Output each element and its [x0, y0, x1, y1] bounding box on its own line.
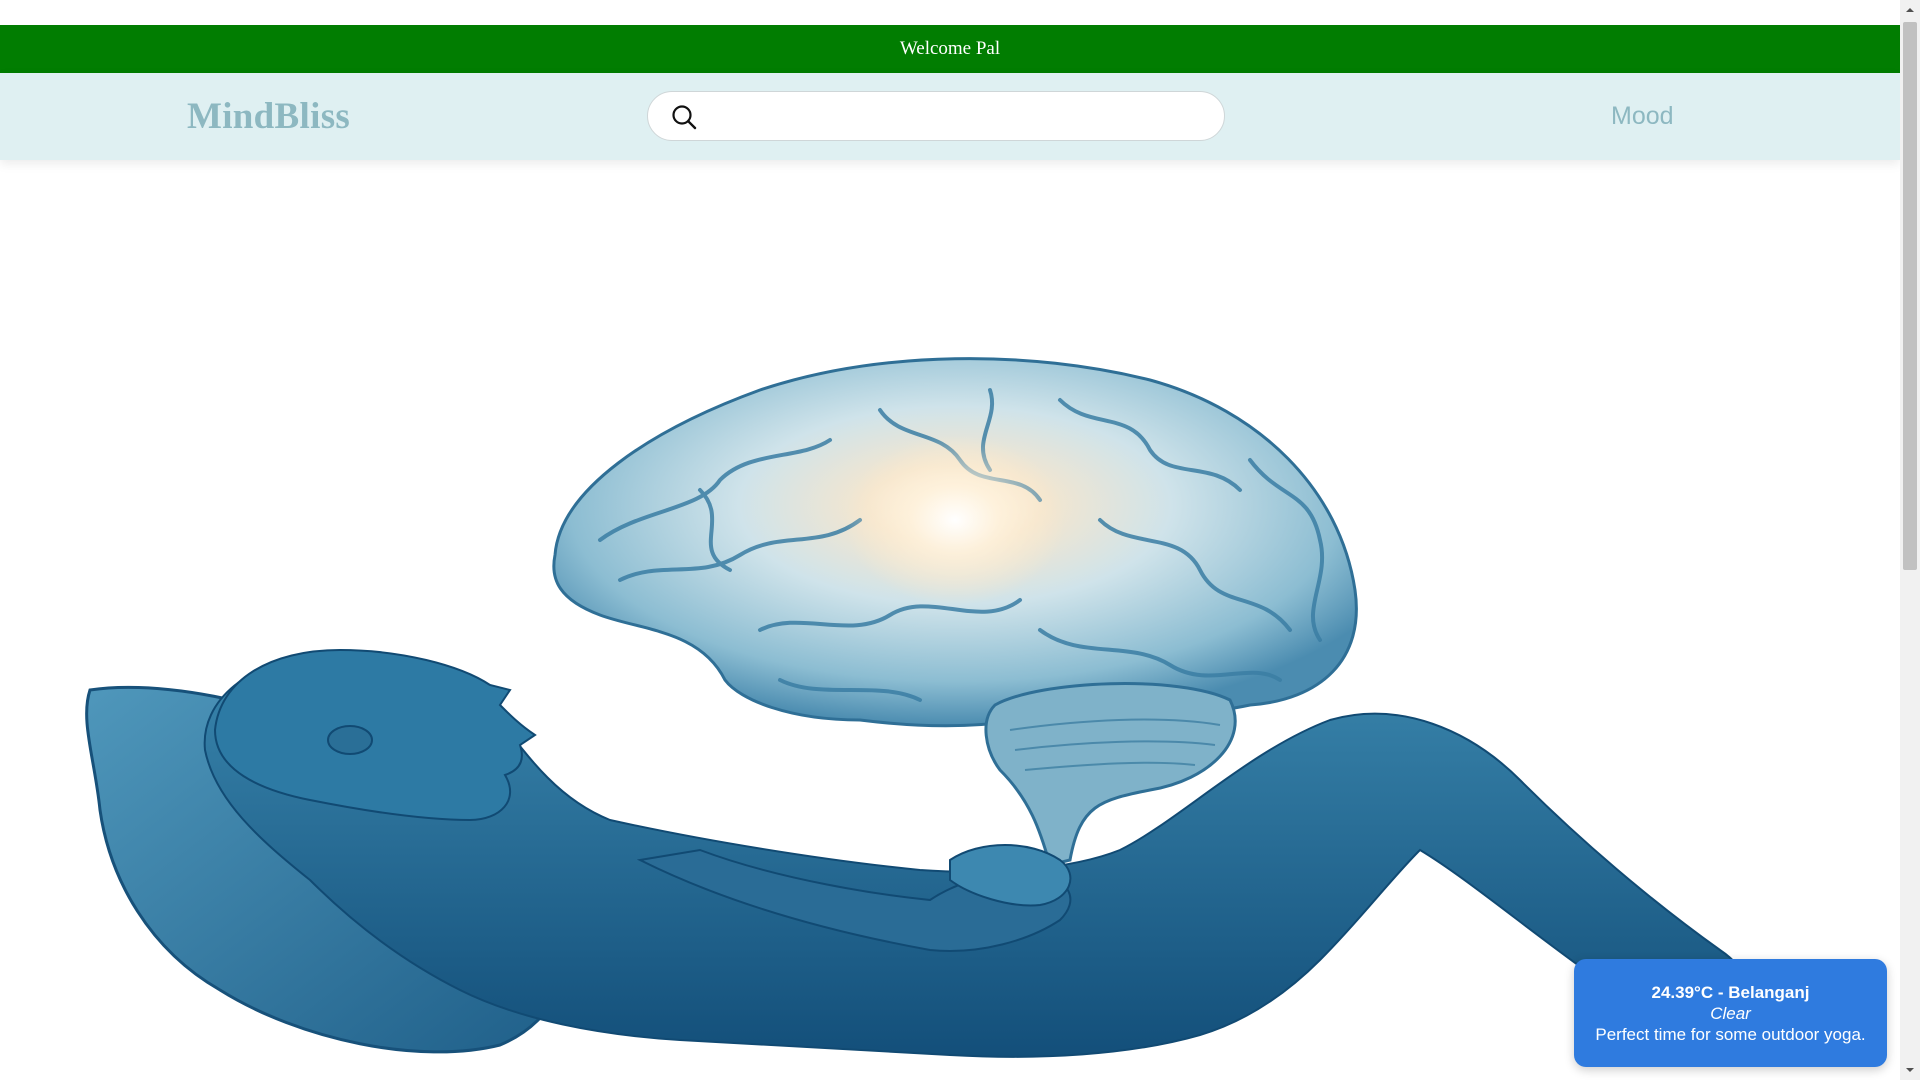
welcome-text: Welcome Pal [899, 38, 1001, 59]
hero-illustration [0, 160, 1900, 1080]
weather-title: 24.39°C - Belanganj [1651, 982, 1810, 1002]
welcome-banner: Welcome Pal [0, 25, 1900, 73]
relaxing-person-brain-image [85, 357, 1752, 1058]
scroll-up-arrow-icon[interactable] [1900, 0, 1920, 20]
weather-condition: Clear [1710, 1003, 1751, 1023]
scrollbar-thumb[interactable] [1903, 22, 1917, 570]
search-icon[interactable] [670, 103, 698, 131]
logo[interactable]: MindBliss [187, 73, 350, 160]
search-input[interactable] [710, 100, 1204, 134]
scroll-down-arrow-icon[interactable] [1900, 1060, 1920, 1080]
top-strip [0, 0, 1900, 25]
navbar: MindBliss Mood [0, 73, 1900, 160]
search-box[interactable] [647, 91, 1225, 141]
weather-message: Perfect time for some outdoor yoga. [1595, 1024, 1866, 1044]
vertical-scrollbar[interactable] [1900, 0, 1920, 1080]
mood-link[interactable]: Mood [1611, 73, 1674, 160]
weather-widget: 24.39°C - Belanganj Clear Perfect time f… [1574, 959, 1887, 1067]
